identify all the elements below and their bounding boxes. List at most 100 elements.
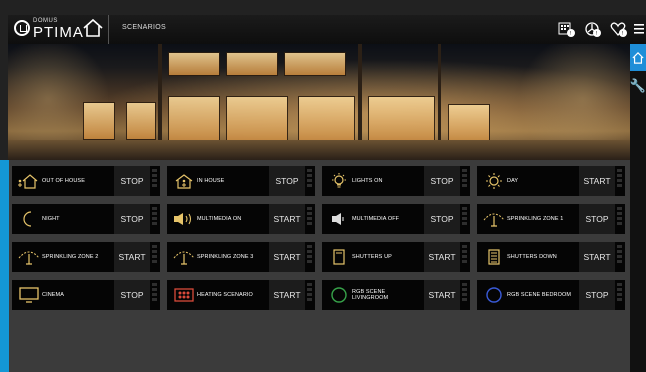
- speaker-off-icon: [327, 210, 351, 228]
- sprinkler-icon: [172, 248, 196, 266]
- drag-handle[interactable]: [152, 283, 158, 307]
- scenario-label: SPRINKLING ZONE 1: [507, 216, 564, 222]
- exit-house-icon: [17, 172, 41, 190]
- scenario-label: HEATING SCENARIO: [197, 292, 253, 298]
- scenario-stop-button[interactable]: STOP: [424, 204, 460, 234]
- drag-handle[interactable]: [307, 207, 313, 231]
- breadcrumb: SCENARIOS: [122, 24, 166, 31]
- heating-icon: [172, 286, 196, 304]
- bulb-icon: [327, 172, 351, 190]
- scenarios-panel: OUT OF HOUSE STOP IN HOUSE STOP LIGHTS ON STO…: [9, 160, 630, 372]
- shutter-up-icon: [327, 248, 351, 266]
- drag-handle[interactable]: [617, 207, 623, 231]
- scenario-start-button[interactable]: START: [579, 166, 615, 196]
- moon-icon: [17, 210, 41, 228]
- scenario-label: NIGHT: [42, 216, 60, 222]
- climate-button[interactable]: !: [584, 20, 602, 38]
- scenario-tile[interactable]: SHUTTERS DOWN START: [477, 242, 625, 272]
- scenario-label: SPRINKLING ZONE 2: [42, 254, 99, 260]
- top-bar: DOMUS PTIMA SCENARIOS ! ! !: [8, 15, 646, 44]
- scenario-start-button[interactable]: START: [424, 280, 460, 310]
- drag-handle[interactable]: [617, 169, 623, 193]
- wrench-icon: 🔧: [629, 78, 646, 93]
- drag-handle[interactable]: [307, 245, 313, 269]
- sun-icon: [482, 172, 506, 190]
- keypad-icon: !: [558, 22, 575, 37]
- drag-handle[interactable]: [617, 245, 623, 269]
- drag-handle[interactable]: [152, 169, 158, 193]
- sidebar-home-button[interactable]: [630, 44, 646, 71]
- drag-handle[interactable]: [152, 207, 158, 231]
- scenario-tile[interactable]: LIGHTS ON STOP: [322, 166, 470, 196]
- scenario-tile[interactable]: SPRINKLING ZONE 1 STOP: [477, 204, 625, 234]
- logo-brand-big: PTIMA: [33, 24, 84, 41]
- scenario-tile[interactable]: NIGHT STOP: [12, 204, 160, 234]
- header-divider: [108, 15, 109, 44]
- scenario-start-button[interactable]: START: [579, 242, 615, 272]
- scenario-tile[interactable]: MULTIMEDIA OFF STOP: [322, 204, 470, 234]
- home-icon: [83, 18, 103, 37]
- alarm-panel-button[interactable]: !: [558, 20, 576, 38]
- home-icon: [632, 51, 644, 64]
- scenario-start-button[interactable]: START: [269, 204, 305, 234]
- svg-text:!: !: [596, 31, 597, 37]
- scenario-label: SHUTTERS UP: [352, 254, 392, 260]
- scenario-tile[interactable]: SPRINKLING ZONE 2 START: [12, 242, 160, 272]
- scenario-tile[interactable]: DAY START: [477, 166, 625, 196]
- drag-handle[interactable]: [307, 283, 313, 307]
- speaker-on-icon: [172, 210, 196, 228]
- scenario-stop-button[interactable]: STOP: [114, 280, 150, 310]
- scenario-label: CINEMA: [42, 292, 64, 298]
- sprinkler-icon: [482, 210, 506, 228]
- shutter-down-icon: [482, 248, 506, 266]
- drag-handle[interactable]: [462, 207, 468, 231]
- left-accent-bar: [0, 160, 9, 372]
- fan-alert-icon: !: [585, 22, 601, 37]
- scenario-stop-button[interactable]: STOP: [424, 166, 460, 196]
- scenario-tile[interactable]: OUT OF HOUSE STOP: [12, 166, 160, 196]
- drag-handle[interactable]: [307, 169, 313, 193]
- drag-handle[interactable]: [462, 169, 468, 193]
- scenario-stop-button[interactable]: STOP: [579, 204, 615, 234]
- scenario-stop-button[interactable]: STOP: [114, 166, 150, 196]
- rgb-circle-icon: [327, 286, 351, 304]
- scenario-tile[interactable]: IN HOUSE STOP: [167, 166, 315, 196]
- tv-icon: [17, 286, 41, 304]
- scenario-start-button[interactable]: START: [424, 242, 460, 272]
- drag-handle[interactable]: [462, 283, 468, 307]
- rgb-circle-icon: [482, 286, 506, 304]
- favorites-button[interactable]: !: [610, 20, 628, 38]
- right-sidebar: 🔧: [630, 44, 646, 372]
- scenario-tile[interactable]: HEATING SCENARIO START: [167, 280, 315, 310]
- home-button[interactable]: [82, 18, 106, 40]
- scenario-stop-button[interactable]: STOP: [579, 280, 615, 310]
- scenario-stop-button[interactable]: STOP: [269, 166, 305, 196]
- in-house-icon: [172, 172, 196, 190]
- scenario-start-button[interactable]: START: [269, 280, 305, 310]
- scenario-label: MULTIMEDIA ON: [197, 216, 242, 222]
- scenario-label: RGB SCENE LIVINGROOM: [352, 289, 389, 301]
- scenario-tile[interactable]: RGB SCENE LIVINGROOM START: [322, 280, 470, 310]
- scenario-label: IN HOUSE: [197, 178, 225, 184]
- scenario-tile[interactable]: SPRINKLING ZONE 3 START: [167, 242, 315, 272]
- scenario-tile[interactable]: SHUTTERS UP START: [322, 242, 470, 272]
- house-photo-banner: [8, 44, 630, 160]
- scenario-tile[interactable]: MULTIMEDIA ON START: [167, 204, 315, 234]
- hamburger-menu-icon: [634, 24, 644, 34]
- scenario-tile[interactable]: RGB SCENE BEDROOM STOP: [477, 280, 625, 310]
- optima-logo: DOMUS PTIMA: [14, 18, 83, 42]
- menu-button[interactable]: [633, 20, 646, 38]
- drag-handle[interactable]: [152, 245, 158, 269]
- scenario-tile[interactable]: CINEMA STOP: [12, 280, 160, 310]
- logo-home-icon: [14, 20, 30, 36]
- svg-text:!: !: [570, 31, 571, 37]
- scenario-label: RGB SCENE BEDROOM: [507, 292, 572, 298]
- scenario-label: LIGHTS ON: [352, 178, 383, 184]
- drag-handle[interactable]: [617, 283, 623, 307]
- scenario-start-button[interactable]: START: [269, 242, 305, 272]
- drag-handle[interactable]: [462, 245, 468, 269]
- scenario-start-button[interactable]: START: [114, 242, 150, 272]
- sidebar-settings-button[interactable]: 🔧: [630, 76, 646, 96]
- scenario-stop-button[interactable]: STOP: [114, 204, 150, 234]
- scenario-label: OUT OF HOUSE: [42, 178, 85, 184]
